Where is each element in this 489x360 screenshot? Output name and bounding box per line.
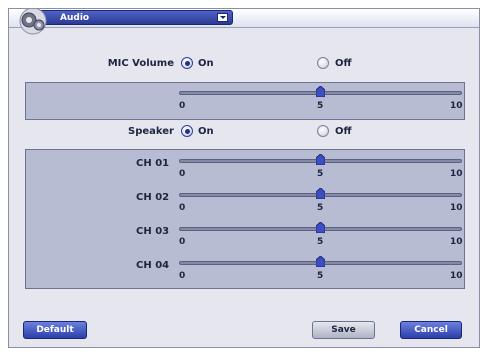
gear-icon	[19, 9, 47, 35]
channel-slider-thumb-ch02[interactable]	[316, 188, 325, 199]
ch03-mid-label: 5	[317, 237, 324, 247]
cancel-button[interactable]: Cancel	[400, 321, 462, 339]
channel-label-ch04: CH 04	[136, 260, 170, 271]
speaker-label: Speaker	[128, 126, 174, 137]
ch01-max-label: 10	[450, 169, 463, 179]
mic-volume-panel: 0 5 10	[25, 82, 465, 120]
audio-window: Audio MIC Volume On Off 0 5 10 Speaker O…	[8, 8, 480, 348]
save-button[interactable]: Save	[312, 321, 375, 339]
channel-label-ch03: CH 03	[136, 226, 170, 237]
slider-mid-label: 5	[317, 101, 324, 111]
chevron-down-icon[interactable]	[217, 13, 228, 22]
mic-on-radio[interactable]	[181, 57, 193, 69]
ch03-min-label: 0	[179, 237, 186, 247]
mic-off-radio[interactable]	[317, 57, 329, 69]
ch01-min-label: 0	[179, 169, 186, 179]
slider-max-label: 10	[450, 101, 463, 111]
speaker-off-label: Off	[335, 126, 352, 137]
ch01-mid-label: 5	[317, 169, 324, 179]
speaker-on-label: On	[198, 126, 214, 137]
ch02-max-label: 10	[450, 203, 463, 213]
channel-slider-thumb-ch03[interactable]	[316, 222, 325, 233]
title-dropdown[interactable]: Audio	[37, 10, 233, 25]
channel-label-ch01: CH 01	[136, 158, 170, 169]
ch03-max-label: 10	[450, 237, 463, 247]
ch02-min-label: 0	[179, 203, 186, 213]
mic-volume-slider-thumb[interactable]	[316, 86, 325, 97]
mic-off-label: Off	[335, 58, 352, 69]
window-title: Audio	[60, 13, 90, 23]
speaker-channels-panel: CH 01 0 5 10 CH 02 0 5 10 CH 03 0 5 10 C…	[25, 149, 465, 289]
ch02-mid-label: 5	[317, 203, 324, 213]
speaker-off-radio[interactable]	[317, 125, 329, 137]
channel-slider-thumb-ch04[interactable]	[316, 256, 325, 267]
title-bar: Audio	[9, 9, 479, 28]
ch04-mid-label: 5	[317, 271, 324, 281]
speaker-on-radio[interactable]	[181, 125, 193, 137]
mic-on-label: On	[198, 58, 214, 69]
channel-label-ch02: CH 02	[136, 192, 170, 203]
channel-slider-thumb-ch01[interactable]	[316, 154, 325, 165]
ch04-min-label: 0	[179, 271, 186, 281]
mic-volume-label: MIC Volume	[107, 58, 174, 69]
slider-min-label: 0	[179, 101, 186, 111]
ch04-max-label: 10	[450, 271, 463, 281]
default-button[interactable]: Default	[23, 321, 87, 339]
